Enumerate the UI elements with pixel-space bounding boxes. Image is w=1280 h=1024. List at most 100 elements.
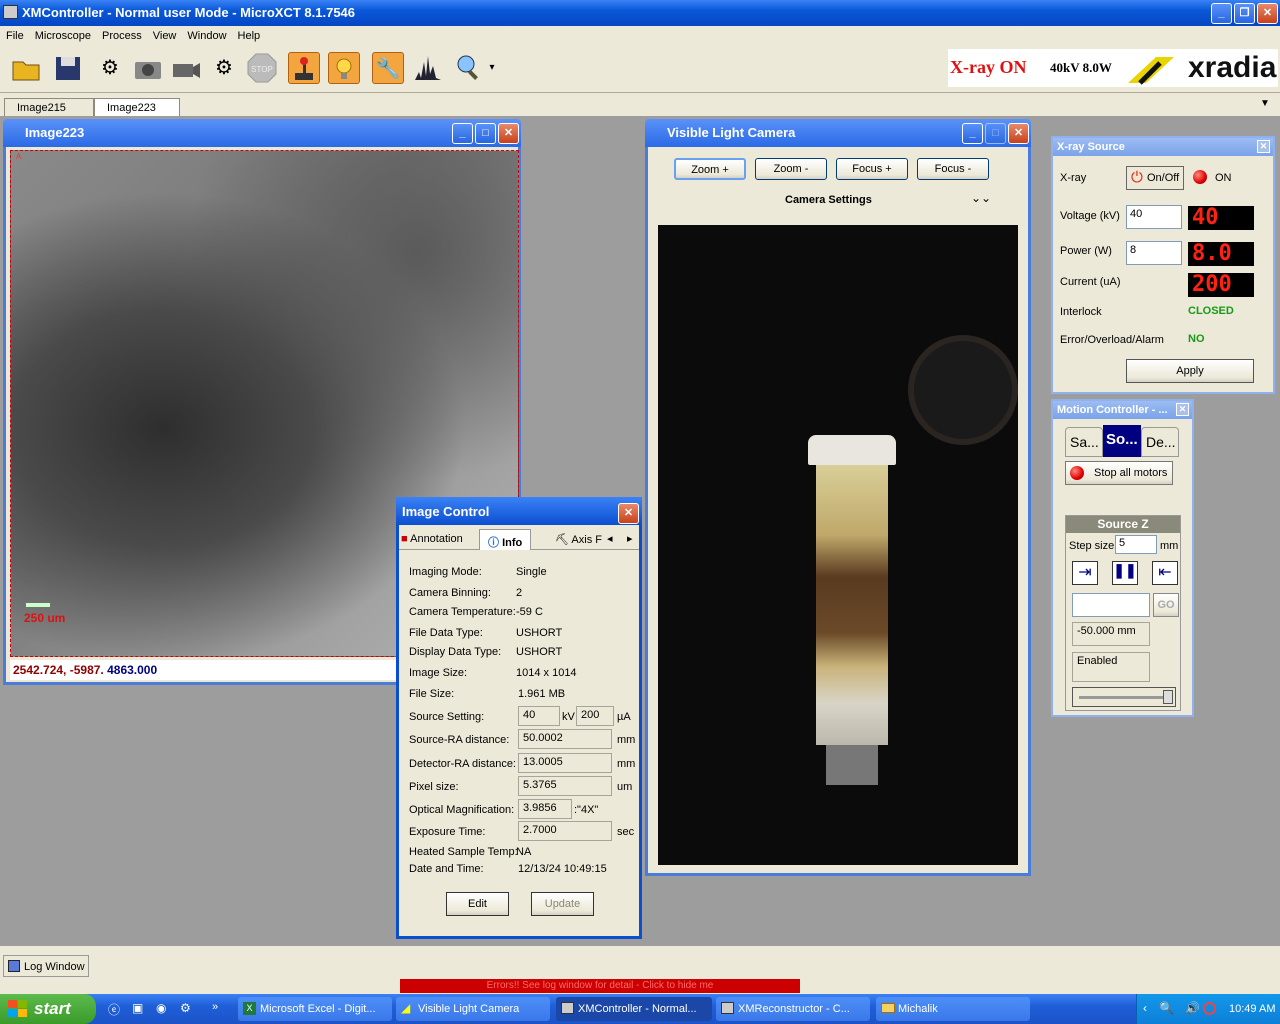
close-button[interactable]: ✕ — [1257, 3, 1278, 24]
minimize-button[interactable]: _ — [1211, 3, 1232, 24]
menu-microscope[interactable]: Microscope — [29, 26, 96, 42]
tabs-dropdown-icon[interactable]: ▼ — [1260, 98, 1270, 109]
error-label: Error/Overload/Alarm — [1060, 334, 1164, 346]
magnifier-dropdown-icon[interactable]: ▾ — [484, 52, 500, 84]
desktop-quicklaunch-icon[interactable]: ▣ — [132, 1001, 143, 1015]
media-quicklaunch-icon[interactable]: ◉ — [156, 1001, 166, 1015]
tab-axis[interactable]: ⛏ Axis F — [555, 533, 602, 546]
motion-close[interactable]: ✕ — [1176, 403, 1189, 416]
field-unit: um — [617, 781, 633, 793]
tray-expand-icon[interactable]: ‹ — [1143, 1001, 1147, 1015]
go-button[interactable]: GO — [1153, 593, 1179, 617]
tab-scroll-right-icon[interactable]: ▸ — [627, 532, 633, 545]
tab-source[interactable]: So... — [1103, 425, 1141, 457]
app-quicklaunch-icon[interactable]: ⚙ — [180, 1001, 191, 1015]
app-titlebar: XMController - Normal user Mode - MicroX… — [0, 0, 1280, 26]
step-size-input[interactable]: 5 — [1115, 535, 1157, 554]
current-display: 200 — [1188, 273, 1254, 297]
move-forward-icon[interactable]: ⇥ — [1072, 561, 1098, 585]
edit-button[interactable]: Edit — [446, 892, 509, 916]
svg-text:STOP: STOP — [251, 65, 273, 74]
slider-thumb[interactable] — [1163, 690, 1173, 704]
magnifier-icon[interactable] — [452, 52, 484, 84]
task-michalik[interactable]: Michalik — [876, 997, 1030, 1021]
ie-quicklaunch-icon[interactable]: ⓔ — [108, 1001, 120, 1018]
start-button[interactable]: start — [0, 994, 96, 1024]
update-button[interactable]: Update — [531, 892, 594, 916]
stop-all-motors-button[interactable]: Stop all motors — [1065, 461, 1173, 485]
zoom-out-button[interactable]: Zoom - — [755, 158, 827, 180]
tray-volume-icon[interactable]: 🔊 — [1185, 1001, 1200, 1015]
open-folder-icon[interactable] — [10, 52, 42, 84]
error-bar[interactable]: Errors!! See log window for detail - Cli… — [400, 979, 800, 993]
camera-feed — [658, 225, 1018, 865]
tab-image223[interactable]: Image223 — [94, 98, 180, 117]
xray-onoff-button[interactable]: ⏻ On/Off — [1126, 166, 1184, 190]
voltage-input[interactable]: 40 — [1126, 205, 1182, 229]
tab-annotation[interactable]: ■ Annotation — [401, 533, 463, 545]
source-ua-field: 200 — [576, 706, 614, 726]
settings-gears-icon[interactable]: ⚙ — [94, 52, 126, 84]
focus-plus-button[interactable]: Focus + — [836, 158, 908, 180]
tray-search-icon[interactable]: 🔍 — [1159, 1001, 1174, 1015]
task-xmcontroller[interactable]: XMController - Normal... — [556, 997, 712, 1021]
power-input[interactable]: 8 — [1126, 241, 1182, 265]
camera-window-maximize[interactable]: □ — [985, 123, 1006, 144]
save-icon[interactable] — [52, 52, 84, 84]
xray-values-text: 40kV 8.0W — [1050, 60, 1112, 75]
task-label: Michalik — [898, 1003, 938, 1015]
xray-status-led-icon — [1193, 170, 1207, 184]
video-camera-icon[interactable] — [170, 52, 202, 84]
tray-app-icon[interactable] — [1203, 1002, 1216, 1015]
move-back-icon[interactable]: ⇤ — [1152, 561, 1178, 585]
menu-file[interactable]: File — [0, 26, 29, 42]
stop-icon[interactable]: STOP — [246, 52, 278, 84]
menu-process[interactable]: Process — [96, 26, 147, 42]
source-z-group: Source Z Step size 5 mm ⇥ ❚❚ ⇤ GO -50.00… — [1065, 515, 1181, 711]
image-window-minimize[interactable]: _ — [452, 123, 473, 144]
tab-info[interactable]: ⓘ Info — [479, 529, 532, 550]
task-label: XMReconstructor - C... — [738, 1003, 850, 1015]
pause-icon[interactable]: ❚❚ — [1112, 561, 1138, 585]
tab-detector[interactable]: De... — [1141, 427, 1179, 457]
image-control-close[interactable]: ✕ — [618, 503, 639, 524]
camera-window-minimize[interactable]: _ — [962, 123, 983, 144]
position-slider[interactable] — [1072, 687, 1176, 707]
apply-button[interactable]: Apply — [1126, 359, 1254, 383]
clock: 10:49 AM — [1229, 1003, 1276, 1015]
image-window-maximize[interactable]: □ — [475, 123, 496, 144]
expand-chevron-icon[interactable]: ⌄⌄ — [971, 191, 991, 205]
quicklaunch-expand-icon[interactable]: » — [212, 1001, 218, 1013]
xray-state: ON — [1215, 172, 1232, 184]
camera-window-close[interactable]: ✕ — [1008, 123, 1029, 144]
xray-source-close[interactable]: ✕ — [1257, 140, 1270, 153]
zoom-in-button[interactable]: Zoom + — [674, 158, 746, 180]
menu-help[interactable]: Help — [232, 26, 266, 42]
task-excel[interactable]: X Microsoft Excel - Digit... — [238, 997, 392, 1021]
sequence-gears-icon[interactable]: ⚙ — [208, 52, 240, 84]
histogram-icon[interactable] — [412, 52, 444, 84]
joystick-icon[interactable] — [288, 52, 320, 84]
tab-sample[interactable]: Sa... — [1065, 427, 1103, 457]
info-value: USHORT — [516, 627, 563, 639]
focus-minus-button[interactable]: Focus - — [917, 158, 989, 180]
log-window-button[interactable]: Log Window — [3, 955, 89, 977]
menu-view[interactable]: View — [147, 26, 182, 42]
source-ra-field: 50.0002 — [518, 729, 612, 749]
maximize-button[interactable]: ❐ — [1234, 3, 1255, 24]
menu-window[interactable]: Window — [181, 26, 231, 42]
xray-source-titlebar: X-ray Source ✕ — [1053, 138, 1273, 156]
tab-scroll-left-icon[interactable]: ◂ — [607, 532, 613, 545]
camera-icon[interactable] — [132, 52, 164, 84]
kv-unit: kV — [562, 711, 575, 723]
xray-lamp-icon[interactable] — [328, 52, 360, 84]
heated-value: NA — [516, 846, 532, 858]
tools-icon[interactable]: 🔧 — [372, 52, 404, 84]
task-camera[interactable]: ◢ Visible Light Camera — [396, 997, 550, 1021]
task-xmreconstructor[interactable]: XMReconstructor - C... — [716, 997, 870, 1021]
go-position-input[interactable] — [1072, 593, 1150, 617]
image-window-titlebar: Image223 — [3, 119, 521, 147]
info-panel: Imaging Mode: Single Camera Binning: 2 Cam… — [399, 552, 639, 936]
image-window-close[interactable]: ✕ — [498, 123, 519, 144]
tab-image215[interactable]: Image215 — [4, 98, 94, 117]
